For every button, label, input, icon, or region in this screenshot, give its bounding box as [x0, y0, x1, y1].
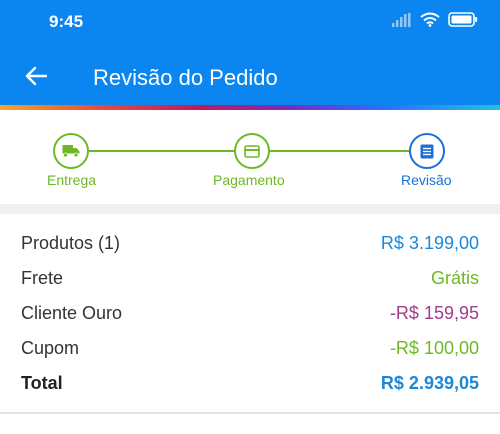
- step-label-revisao: Revisão: [401, 172, 452, 188]
- back-button[interactable]: [20, 60, 52, 92]
- step-pagamento[interactable]: [234, 133, 270, 169]
- summary-label: Produtos (1): [21, 232, 121, 253]
- step-connector-1: [89, 150, 234, 152]
- bottom-divider: [0, 412, 500, 414]
- summary-label: Frete: [21, 267, 64, 288]
- step-connector-2: [270, 150, 409, 152]
- toolbar: Revisão do Pedido: [0, 48, 500, 106]
- step-label-pagamento: Pagamento: [213, 172, 285, 188]
- summary-row-produtos: Produtos (1) R$ 3.199,00: [21, 228, 479, 258]
- summary-row-cliente-ouro: Cliente Ouro -R$ 159,95: [21, 298, 479, 328]
- header-gradient-strip: [0, 105, 500, 110]
- total-label: Total: [21, 372, 63, 393]
- signal-icon: [392, 12, 411, 27]
- total-value: R$ 2.939,05: [380, 372, 479, 393]
- step-label-entrega: Entrega: [47, 172, 97, 188]
- app-bar: 9:45 Revisão do Pedido: [0, 0, 500, 107]
- truck-icon: [62, 145, 80, 158]
- summary-label: Cliente Ouro: [21, 302, 123, 323]
- summary-value: -R$ 159,95: [389, 302, 479, 323]
- summary-row-frete: Frete Grátis: [21, 263, 479, 293]
- status-bar: 9:45: [0, 0, 500, 40]
- step-revisao[interactable]: [409, 133, 445, 169]
- arrow-left-icon: [25, 66, 47, 86]
- checkout-stepper: Entrega Pagamento Revisão: [0, 112, 500, 204]
- summary-row-total: Total R$ 2.939,05: [21, 368, 479, 398]
- summary-value: R$ 3.199,00: [380, 232, 479, 253]
- order-summary: Produtos (1) R$ 3.199,00 Frete Grátis Cl…: [0, 214, 500, 404]
- status-icons: [392, 12, 478, 27]
- summary-row-cupom: Cupom -R$ 100,00: [21, 333, 479, 363]
- list-icon: [420, 144, 434, 158]
- status-time: 9:45: [49, 12, 84, 31]
- summary-value: Grátis: [430, 267, 479, 288]
- summary-label: Cupom: [21, 337, 80, 358]
- step-entrega[interactable]: [53, 133, 89, 169]
- section-divider: [0, 204, 500, 214]
- page-title: Revisão do Pedido: [93, 65, 278, 90]
- summary-value: -R$ 100,00: [389, 337, 479, 358]
- wifi-icon: [420, 12, 440, 27]
- battery-icon: [448, 12, 478, 27]
- credit-card-icon: [244, 144, 260, 158]
